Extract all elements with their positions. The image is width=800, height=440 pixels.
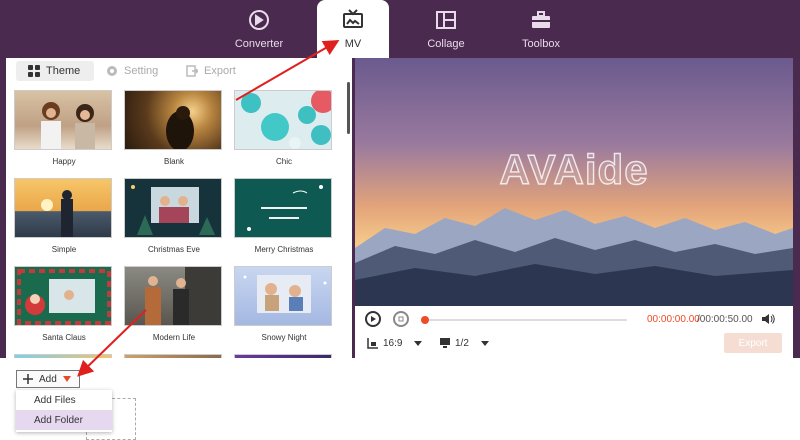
theme-label: Snowy Night	[261, 333, 307, 342]
theme-panel: Theme Setting Export Happy Blank Chic Si…	[6, 58, 352, 358]
top-nav: Converter MV Collage Toolbox	[0, 0, 800, 58]
add-dropdown-menu: Add Files Add Folder	[16, 390, 112, 432]
theme-card-christmas-eve[interactable]: Christmas Eve	[124, 178, 224, 254]
subtab-setting[interactable]: Setting	[106, 61, 158, 81]
subtab-export[interactable]: Export	[186, 61, 236, 81]
theme-label: Merry Christmas	[254, 245, 314, 254]
screen-select[interactable]: 1/2	[439, 337, 489, 349]
subtab-theme-label: Theme	[46, 65, 81, 77]
progress-bar[interactable]	[427, 319, 627, 321]
aspect-ratio-value: 16:9	[383, 337, 403, 349]
player-controls: 00:00:00.00 /00:00:50.00 16:9 1/2 Export	[355, 306, 793, 358]
theme-thumbnail	[234, 90, 332, 150]
theme-label: Chic	[275, 157, 292, 166]
monitor-icon	[440, 338, 450, 348]
theme-label: Happy	[52, 157, 76, 166]
theme-thumbnail	[14, 178, 112, 238]
theme-label: Blank	[163, 157, 184, 166]
theme-thumbnail	[234, 178, 332, 238]
screen-value: 1/2	[455, 337, 469, 349]
theme-card-chic[interactable]: Chic	[234, 90, 334, 166]
tab-mv[interactable]: MV	[317, 0, 389, 58]
media-area: Add Add Files Add Folder	[0, 358, 800, 440]
time-current: 00:00:00.00	[647, 314, 700, 325]
export-icon	[186, 65, 198, 77]
theme-thumbnail	[124, 90, 222, 150]
theme-thumbnail	[124, 178, 222, 238]
chevron-down-icon	[414, 340, 423, 346]
theme-card-simple[interactable]: Simple	[14, 178, 114, 254]
collage-icon	[436, 11, 456, 29]
subtab-theme[interactable]: Theme	[16, 61, 94, 81]
toolbox-icon	[532, 11, 550, 28]
play-button[interactable]	[365, 311, 381, 327]
watermark-text: AVAide	[499, 145, 649, 193]
tv-icon	[343, 9, 363, 28]
theme-card-happy[interactable]: Happy	[14, 90, 114, 166]
theme-card-modern-life[interactable]: Modern Life	[124, 266, 224, 342]
tab-converter-label: Converter	[234, 38, 284, 50]
add-button-label: Add	[39, 373, 57, 385]
chevron-down-icon[interactable]	[62, 376, 71, 382]
video-preview: AVAide	[355, 58, 793, 306]
theme-thumbnail	[14, 90, 112, 150]
plus-icon	[23, 374, 33, 384]
aspect-ratio-icon	[367, 338, 378, 349]
theme-label: Christmas Eve	[147, 245, 200, 254]
scrollbar-thumb[interactable]	[347, 82, 350, 134]
tab-toolbox[interactable]: Toolbox	[510, 0, 572, 58]
converter-icon	[249, 10, 269, 30]
theme-label: Simple	[51, 245, 77, 254]
tab-converter[interactable]: Converter	[228, 0, 290, 58]
grid-icon	[28, 65, 40, 77]
add-button[interactable]: Add	[16, 370, 80, 388]
tab-toolbox-label: Toolbox	[522, 38, 560, 50]
theme-card-blank[interactable]: Blank	[124, 90, 224, 166]
chevron-down-icon	[480, 340, 489, 346]
theme-card-santa-claus[interactable]: Santa Claus	[14, 266, 114, 342]
progress-handle[interactable]	[421, 316, 429, 324]
time-total: /00:00:50.00	[697, 314, 753, 325]
stop-icon	[398, 316, 404, 322]
tab-collage[interactable]: Collage	[415, 0, 477, 58]
stop-button[interactable]	[393, 311, 409, 327]
subtab-setting-label: Setting	[124, 65, 159, 77]
theme-label: Modern Life	[152, 333, 196, 342]
theme-label: Santa Claus	[42, 333, 86, 342]
gear-icon	[107, 66, 117, 76]
play-icon	[371, 316, 376, 322]
subtab-export-label: Export	[204, 65, 236, 77]
theme-thumbnail	[124, 266, 222, 326]
menu-item-add-files[interactable]: Add Files	[16, 390, 112, 410]
theme-card-snowy-night[interactable]: Snowy Night	[234, 266, 334, 342]
theme-thumbnail	[14, 266, 112, 326]
theme-thumbnail	[234, 266, 332, 326]
tab-mv-label: MV	[344, 38, 362, 50]
export-button[interactable]: Export	[724, 333, 782, 353]
theme-card-merry-christmas[interactable]: Merry Christmas	[234, 178, 334, 254]
sub-tabs: Theme Setting Export	[6, 58, 352, 82]
volume-icon[interactable]	[761, 312, 775, 326]
aspect-ratio-select[interactable]: 16:9	[367, 337, 423, 349]
tab-collage-label: Collage	[427, 38, 465, 50]
theme-scrollbar[interactable]	[346, 82, 352, 358]
menu-item-add-folder[interactable]: Add Folder	[16, 410, 112, 430]
